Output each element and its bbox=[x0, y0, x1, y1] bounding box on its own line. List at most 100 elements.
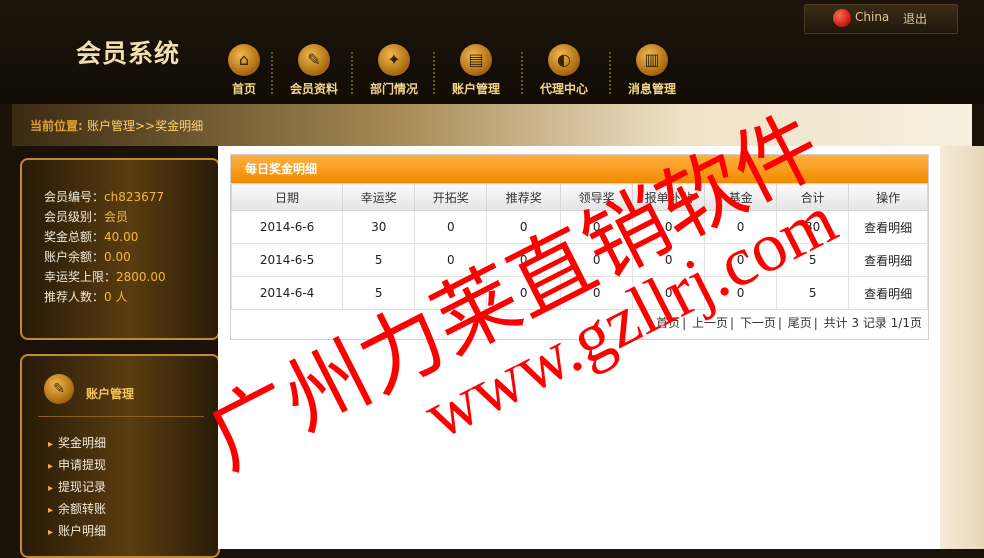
table-cell: 0 bbox=[632, 210, 706, 244]
nav-separator bbox=[609, 52, 611, 94]
member-info-panel: 会员编号：ch823677 会员级别：会员 奖金总额：40.00 账户余额：0.00 幸… bbox=[20, 158, 220, 340]
info-row: 奖金总额：40.00 bbox=[44, 228, 138, 245]
view-detail-link[interactable]: 查看明细 bbox=[848, 243, 928, 277]
table-cell: 0 bbox=[560, 243, 634, 277]
column-header: 开拓奖 bbox=[414, 183, 488, 211]
home-icon: ⌂ bbox=[228, 44, 260, 76]
bonus-table: 日期 幸运奖 开拓奖 推荐奖 领导奖 报单补贴 基金 合计 操作 2014-6-6 30 0 0 0 0 0 3… bbox=[230, 183, 928, 310]
table-header-row: 日期 幸运奖 开拓奖 推荐奖 领导奖 报单补贴 基金 合计 操作 bbox=[230, 183, 928, 211]
info-value: ch823677 bbox=[104, 190, 165, 204]
breadcrumb-bar: 当前位置: 账户管理>>奖金明细 bbox=[12, 104, 972, 146]
nav-label: 消息管理 bbox=[627, 82, 676, 96]
nav-item-4[interactable]: ◐ 代理中心 bbox=[529, 44, 599, 97]
table-cell: 0 bbox=[414, 210, 488, 244]
table-cell: 2014-6-6 bbox=[230, 210, 344, 244]
table-cell: 0 bbox=[560, 276, 634, 310]
view-detail-link[interactable]: 查看明细 bbox=[848, 276, 928, 310]
table-cell: 0 bbox=[560, 210, 634, 244]
column-header: 推荐奖 bbox=[486, 183, 562, 211]
info-key: 会员级别： bbox=[44, 210, 105, 224]
table-cell: 0 bbox=[486, 243, 562, 277]
system-title: 会员系统 bbox=[76, 39, 181, 68]
mouse-icon: ◐ bbox=[548, 44, 580, 76]
edit-icon: ✎ bbox=[298, 44, 330, 76]
account-menu-panel: ✎ 账户管理 奖金明细申请提现提现记录余额转账账户明细 bbox=[20, 354, 220, 558]
divider bbox=[38, 416, 204, 417]
table-cell: 5 bbox=[342, 276, 416, 310]
table-cell: 0 bbox=[632, 243, 706, 277]
column-header: 基金 bbox=[704, 183, 778, 211]
table-cell: 0 bbox=[414, 276, 488, 310]
menu-item-1[interactable]: 申请提现 bbox=[48, 456, 106, 473]
first-page-link[interactable]: 首页 bbox=[656, 316, 680, 330]
table-cell: 0 bbox=[704, 243, 778, 277]
nav-separator bbox=[433, 52, 435, 94]
info-value: 0 人 bbox=[104, 290, 128, 304]
menu-title: 账户管理 bbox=[86, 387, 135, 401]
prev-page-link[interactable]: 上一页 bbox=[692, 316, 728, 330]
table-cell: 5 bbox=[776, 243, 850, 277]
view-detail-link[interactable]: 查看明细 bbox=[848, 210, 928, 244]
last-page-link[interactable]: 尾页 bbox=[788, 316, 812, 330]
nav-item-1[interactable]: ✎ 会员资料 bbox=[279, 44, 349, 97]
nav-separator bbox=[351, 52, 353, 94]
table-cell: 0 bbox=[704, 210, 778, 244]
top-toolbar: China 退出 bbox=[804, 4, 958, 34]
table-cell: 30 bbox=[342, 210, 416, 244]
table-cell: 5 bbox=[776, 276, 850, 310]
table-row: 2014-6-5 5 0 0 0 0 0 5 查看明细 bbox=[230, 243, 928, 277]
column-header: 领导奖 bbox=[560, 183, 634, 211]
table-title: 每日奖金明细 bbox=[231, 155, 928, 183]
table-cell: 5 bbox=[342, 243, 416, 277]
table-cell: 2014-6-5 bbox=[230, 243, 344, 277]
info-key: 推荐人数： bbox=[44, 290, 105, 304]
nav-item-5[interactable]: ▥ 消息管理 bbox=[617, 44, 687, 97]
info-value: 2800.00 bbox=[116, 270, 166, 284]
language-link[interactable]: China bbox=[855, 10, 889, 24]
menu-item-4[interactable]: 账户明细 bbox=[48, 522, 106, 539]
breadcrumb: 当前位置: 账户管理>>奖金明细 bbox=[30, 117, 203, 134]
info-row: 会员编号：ch823677 bbox=[44, 188, 164, 205]
edit-icon: ✎ bbox=[44, 374, 74, 404]
nav-separator bbox=[271, 52, 273, 94]
header: China 退出 会员系统 ⌂ 首页 ✎ 会员资料 ✦ 部门情况 ▤ 账户管理 ◐ 代理中心 ▥ 消息… bbox=[0, 0, 984, 104]
column-header: 幸运奖 bbox=[342, 183, 416, 211]
info-row: 推荐人数：0 人 bbox=[44, 288, 127, 305]
info-key: 奖金总额： bbox=[44, 230, 105, 244]
network-icon: ✦ bbox=[378, 44, 410, 76]
page-summary: 共计 3 记录 1/1页 bbox=[823, 316, 922, 330]
nav-item-0[interactable]: ⌂ 首页 bbox=[209, 44, 279, 97]
pager: 首页 | 上一页 | 下一页 | 尾页 | 共计 3 记录 1/1页 bbox=[656, 316, 922, 330]
table-cell: 0 bbox=[704, 276, 778, 310]
column-header: 操作 bbox=[848, 183, 928, 211]
next-page-link[interactable]: 下一页 bbox=[740, 316, 776, 330]
table-cell: 0 bbox=[486, 210, 562, 244]
menu-item-0[interactable]: 奖金明细 bbox=[48, 434, 106, 451]
info-value: 0.00 bbox=[104, 250, 131, 264]
table-cell: 2014-6-4 bbox=[230, 276, 344, 310]
logout-link[interactable]: 退出 bbox=[903, 10, 927, 27]
document-icon: ▤ bbox=[460, 44, 492, 76]
nav-item-3[interactable]: ▤ 账户管理 bbox=[441, 44, 511, 97]
column-header: 合计 bbox=[776, 183, 850, 211]
chart-icon: ▥ bbox=[636, 44, 668, 76]
nav-item-2[interactable]: ✦ 部门情况 bbox=[359, 44, 429, 97]
table-row: 2014-6-6 30 0 0 0 0 0 30 查看明细 bbox=[230, 210, 928, 244]
menu-item-2[interactable]: 提现记录 bbox=[48, 478, 106, 495]
info-key: 会员编号： bbox=[44, 190, 105, 204]
info-value: 会员 bbox=[104, 210, 129, 224]
info-row: 会员级别：会员 bbox=[44, 208, 128, 225]
menu-item-3[interactable]: 余额转账 bbox=[48, 500, 106, 517]
table-cell: 30 bbox=[776, 210, 850, 244]
info-key: 幸运奖上限： bbox=[44, 270, 117, 284]
bonus-table-box: 每日奖金明细 日期 幸运奖 开拓奖 推荐奖 领导奖 报单补贴 基金 合计 操作 2014-6-6 3… bbox=[230, 154, 929, 340]
nav-label: 代理中心 bbox=[539, 82, 588, 96]
table-cell: 0 bbox=[632, 276, 706, 310]
china-flag-icon[interactable] bbox=[833, 9, 851, 27]
right-edge bbox=[940, 146, 984, 549]
nav-label: 部门情况 bbox=[369, 82, 418, 96]
table-row: 2014-6-4 5 0 0 0 0 0 5 查看明细 bbox=[230, 276, 928, 310]
info-key: 账户余额： bbox=[44, 250, 105, 264]
info-row: 账户余额：0.00 bbox=[44, 248, 131, 265]
info-value: 40.00 bbox=[104, 230, 139, 244]
